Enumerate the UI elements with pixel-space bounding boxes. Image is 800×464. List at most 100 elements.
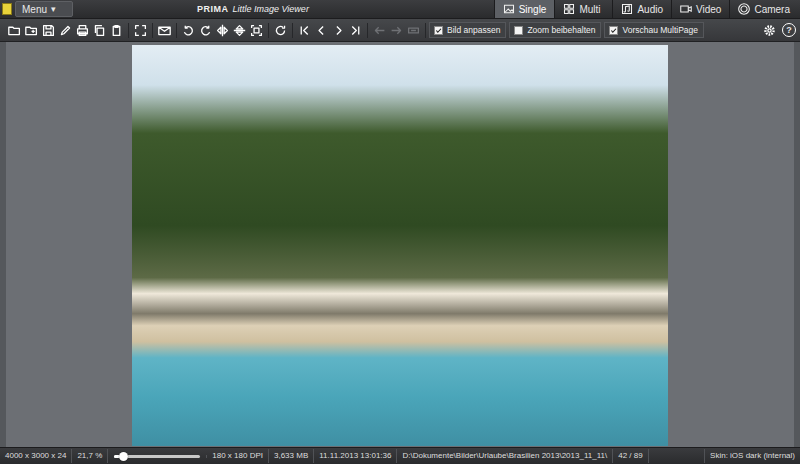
toolbar-separator xyxy=(292,23,293,38)
image-dpi: 180 x 180 DPI xyxy=(207,449,269,463)
mode-tab[interactable]: Camera xyxy=(729,0,798,18)
image-position: 42 / 89 xyxy=(613,449,648,463)
video-camera-icon xyxy=(680,3,692,15)
help-button[interactable]: ? xyxy=(782,23,796,37)
tab-label: Single xyxy=(519,4,547,15)
toolbar-button[interactable] xyxy=(248,21,265,39)
flip-horizontal-icon xyxy=(216,24,229,37)
toolbar-button[interactable] xyxy=(296,21,313,39)
toolbar-separator xyxy=(128,23,129,38)
tab-label: Camera xyxy=(754,4,790,15)
toolbar-separator xyxy=(152,23,153,38)
toolbar-button[interactable] xyxy=(74,21,91,39)
toolbar-button[interactable] xyxy=(231,21,248,39)
status-bar: 4000 x 3000 x 2421,7 % 180 x 180 DPI3,633… xyxy=(0,447,800,464)
toolbar-button[interactable] xyxy=(91,21,108,39)
toolbar-button[interactable] xyxy=(57,21,74,39)
menu-label: Menu xyxy=(22,4,47,15)
slider-thumb[interactable] xyxy=(119,452,128,461)
image-dimensions: 4000 x 3000 x 24 xyxy=(0,449,72,463)
menu-arrow-icon: ▾ xyxy=(51,4,56,14)
photo xyxy=(132,45,668,446)
toolbar-separator xyxy=(176,23,177,38)
gear-icon xyxy=(763,24,776,37)
mode-tabs: Single Multi Audio Video Camera xyxy=(494,0,800,18)
rotate-left-icon xyxy=(182,24,195,37)
copy-icon xyxy=(93,24,106,37)
toolbar-button[interactable] xyxy=(330,21,347,39)
delete-icon xyxy=(407,24,420,37)
toolbar-separator xyxy=(367,23,368,38)
save-icon xyxy=(42,24,55,37)
toolbar-button[interactable] xyxy=(156,21,173,39)
tab-label: Audio xyxy=(637,4,663,15)
camera-aperture-icon xyxy=(738,3,750,15)
toolbar-button[interactable] xyxy=(347,21,364,39)
new-folder-icon xyxy=(25,24,38,37)
toolbar-button[interactable] xyxy=(40,21,57,39)
checkmark-icon xyxy=(610,26,617,35)
image-canvas xyxy=(0,42,800,447)
rotate-right-icon xyxy=(199,24,212,37)
toolbar-button[interactable] xyxy=(108,21,125,39)
checkbox-label: Bild anpassen xyxy=(447,25,500,35)
file-size: 3,633 MB xyxy=(269,449,314,463)
file-date: 11.11.2013 13:01:36 xyxy=(314,449,397,463)
app-title: Little Image Viewer xyxy=(233,4,309,14)
tab-label: Video xyxy=(696,4,721,15)
toolbar-button[interactable] xyxy=(180,21,197,39)
checkbox-box[interactable] xyxy=(434,26,443,35)
checkmark-icon xyxy=(435,26,442,35)
next-image-icon xyxy=(332,24,345,37)
settings-button[interactable] xyxy=(761,21,778,39)
toolbar-button[interactable] xyxy=(405,21,422,39)
print-icon xyxy=(76,24,89,37)
first-image-icon xyxy=(298,24,311,37)
checkbox-box[interactable] xyxy=(609,26,618,35)
checkbox-box[interactable] xyxy=(514,26,523,35)
zoom-slider[interactable] xyxy=(108,455,207,458)
toolbar-button[interactable] xyxy=(313,21,330,39)
window-title: PRIMA Little Image Viewer xyxy=(197,4,309,14)
toolbar-button[interactable] xyxy=(132,21,149,39)
toolbar-button[interactable] xyxy=(197,21,214,39)
audio-icon xyxy=(621,3,633,15)
toolbar-separator xyxy=(268,23,269,38)
app-logo-icon xyxy=(2,3,12,15)
brand-name: PRIMA xyxy=(197,4,229,14)
last-image-icon xyxy=(349,24,362,37)
mode-tab[interactable]: Single xyxy=(494,0,555,18)
open-folder-icon xyxy=(8,24,21,37)
file-path: D:\Dokumente\Bilder\Urlaube\Brasilien 20… xyxy=(397,449,613,463)
checkbox-label: Vorschau MultiPage xyxy=(622,25,698,35)
refresh-icon xyxy=(274,24,287,37)
mode-tab[interactable]: Audio xyxy=(612,0,671,18)
tab-label: Multi xyxy=(579,4,600,15)
toolbar-button[interactable] xyxy=(371,21,388,39)
toolbar-button[interactable] xyxy=(23,21,40,39)
toolbar-separator xyxy=(425,23,426,38)
menu-button[interactable]: Menu ▾ xyxy=(15,1,73,17)
zoom-percent: 21,7 % xyxy=(72,449,108,463)
previous-image-icon xyxy=(315,24,328,37)
option-checkbox[interactable]: Bild anpassen xyxy=(429,22,506,38)
option-checkbox[interactable]: Vorschau MultiPage xyxy=(604,22,704,38)
mode-tab[interactable]: Multi xyxy=(554,0,612,18)
slider-track xyxy=(114,455,200,458)
actual-size-icon xyxy=(250,24,263,37)
multi-grid-icon xyxy=(563,3,575,15)
option-checkbox[interactable]: Zoom beibehalten xyxy=(509,22,601,38)
toolbar-button[interactable] xyxy=(6,21,23,39)
image-viewer-window: Menu ▾ PRIMA Little Image Viewer Single Multi… xyxy=(0,0,800,464)
toolbar-button[interactable] xyxy=(272,21,289,39)
toolbar-button[interactable] xyxy=(388,21,405,39)
edit-pencil-icon xyxy=(59,24,72,37)
mode-tab[interactable]: Video xyxy=(671,0,729,18)
back-arrow-icon xyxy=(373,24,386,37)
toolbar-button[interactable] xyxy=(214,21,231,39)
flip-vertical-icon xyxy=(233,24,246,37)
mail-icon xyxy=(158,24,171,37)
fullscreen-icon xyxy=(134,24,147,37)
forward-arrow-icon xyxy=(390,24,403,37)
skin-name: Skin: iOS dark (internal) xyxy=(704,449,800,463)
